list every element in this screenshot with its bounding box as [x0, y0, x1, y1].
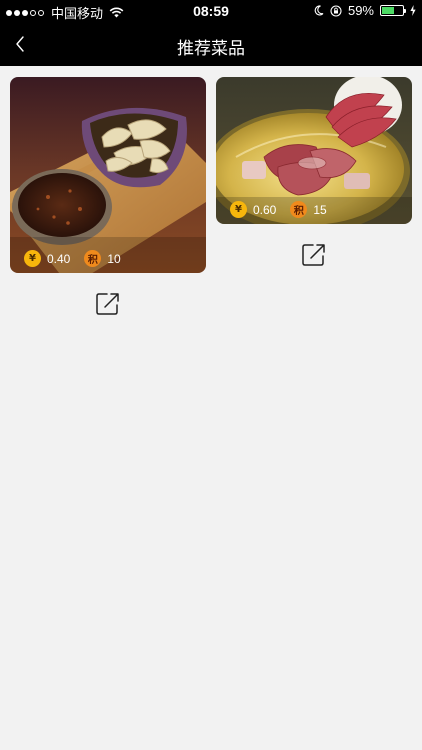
dish-meta: ¥ 0.60 积 15 [230, 201, 341, 218]
share-icon [302, 244, 325, 266]
share-button[interactable] [301, 242, 327, 268]
moon-icon [314, 5, 324, 16]
battery-icon [380, 5, 406, 16]
dish-image-mushrooms [10, 77, 206, 273]
dish-photo[interactable]: ¥ 0.60 积 15 [216, 77, 412, 224]
points-badge-icon: 积 [290, 201, 308, 218]
navigation-bar: 推荐菜品 [0, 22, 422, 66]
battery-fill [382, 7, 394, 14]
dish-points: 10 [107, 251, 121, 266]
dish-meta: ¥ 0.40 积 10 [24, 250, 135, 267]
dish-grid: ¥ 0.40 积 10 ¥ 0.60 积 15 [0, 66, 422, 750]
dish-price: 0.40 [47, 251, 71, 266]
dish-points: 15 [313, 202, 327, 217]
dish-card: ¥ 0.60 积 15 [216, 77, 412, 266]
page-title: 推荐菜品 [177, 39, 245, 59]
price-badge-icon: ¥ [230, 201, 247, 218]
price-badge-icon: ¥ [24, 250, 41, 267]
share-button[interactable] [95, 291, 121, 317]
status-bar: 中国移动 08:59 59% [0, 0, 422, 22]
orientation-lock-icon [330, 4, 342, 17]
charging-bolt-icon [410, 5, 416, 16]
dish-price: 0.60 [253, 202, 277, 217]
status-right: 59% [314, 3, 416, 18]
battery-percent: 59% [347, 3, 374, 18]
share-icon [96, 293, 119, 315]
battery-tip [404, 9, 406, 13]
dish-card: ¥ 0.40 积 10 [10, 77, 206, 315]
points-badge-icon: 积 [84, 250, 102, 267]
dish-photo[interactable]: ¥ 0.40 积 10 [10, 77, 206, 273]
